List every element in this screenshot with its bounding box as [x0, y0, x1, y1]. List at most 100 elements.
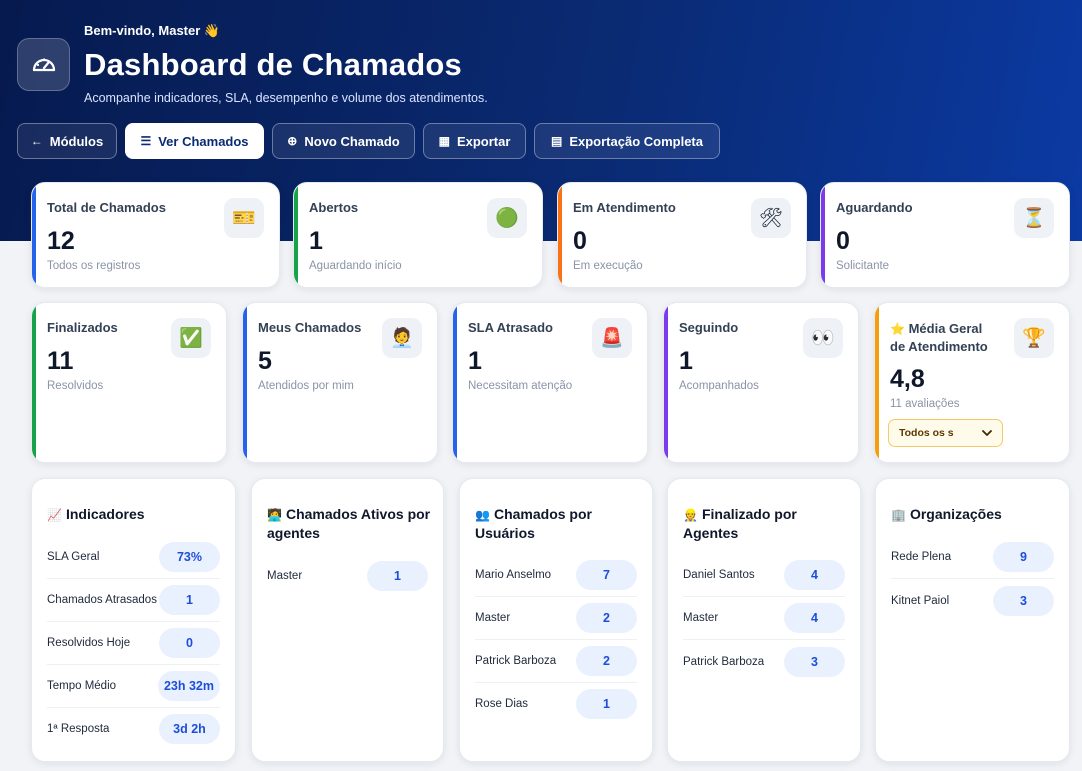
- row-value: 1: [159, 585, 220, 615]
- card-accent: [32, 303, 36, 462]
- row-value: 2: [576, 603, 637, 633]
- card-accent: [243, 303, 247, 462]
- row-value: 7: [576, 560, 637, 590]
- row-name: Kitnet Paiol: [891, 594, 950, 607]
- row-name: Tempo Médio: [47, 680, 117, 692]
- row-value: 1: [367, 560, 428, 591]
- panel-title-text: Chamados por Usuários: [475, 506, 592, 541]
- stat-label: SLA Atrasado: [468, 320, 553, 335]
- ver-chamados-button[interactable]: ☰ Ver Chamados: [125, 123, 264, 159]
- stat-label: Total de Chamados: [47, 200, 166, 215]
- row-name: Resolvidos Hoje: [47, 637, 131, 649]
- stat-value: 11: [47, 347, 74, 375]
- stat-label: Meus Chamados: [258, 320, 362, 335]
- trophy-icon: 🏆: [1014, 318, 1054, 358]
- list-item: Master 4: [683, 597, 845, 640]
- chart-increasing-icon: 📈: [47, 508, 62, 522]
- stat-value: 12: [47, 227, 75, 255]
- panel-chamados-ativos: 🧑‍💻 Chamados Ativos por agentes Master 1: [251, 478, 444, 762]
- panel-finalizado-agentes: 👷 Finalizado por Agentes Daniel Santos 4 M…: [667, 478, 861, 762]
- ticket-icon: 🎫: [224, 198, 264, 238]
- plus-circle-icon: ⊕: [287, 134, 298, 148]
- document-icon: ▤: [551, 134, 563, 148]
- exportacao-completa-button-label: Exportação Completa: [569, 133, 703, 149]
- tools-icon: 🛠: [751, 198, 791, 238]
- stat-value: 1: [679, 347, 693, 375]
- card-accent: [821, 183, 825, 287]
- exportar-button[interactable]: ▦ Exportar: [423, 123, 526, 159]
- list-item: Mario Anselmo 7: [475, 554, 637, 597]
- office-building-icon: 🏢: [891, 508, 906, 522]
- stat-card-em-atendimento[interactable]: Em Atendimento 0 Em execução 🛠: [557, 182, 807, 288]
- page-title: Dashboard de Chamados: [84, 47, 463, 82]
- page-subtitle: Acompanhe indicadores, SLA, desempenho e…: [84, 91, 488, 105]
- list-item: Rede Plena 9: [891, 536, 1054, 579]
- row-value: 23h 32m: [157, 671, 220, 701]
- panel-title: 🧑‍💻 Chamados Ativos por agentes: [267, 505, 431, 542]
- list-item: Daniel Santos 4: [683, 554, 845, 597]
- stat-sub: Aguardando início: [309, 260, 402, 272]
- green-circle-icon: 🟢: [487, 198, 527, 238]
- stat-label: Em Atendimento: [573, 200, 676, 215]
- stat-sub: Solicitante: [836, 260, 890, 272]
- stat-card-seguindo[interactable]: Seguindo 1 Acompanhados 👀: [663, 302, 859, 463]
- row-value: 4: [784, 560, 845, 590]
- stat-value: 1: [309, 227, 323, 255]
- siren-icon: 🚨: [592, 318, 632, 358]
- card-accent: [294, 183, 298, 287]
- rating-label-line1: Média Geral: [908, 321, 983, 336]
- panel-title: 👷 Finalizado por Agentes: [683, 505, 848, 542]
- exportacao-completa-button[interactable]: ▤ Exportação Completa: [534, 123, 720, 159]
- list-item: Master 1: [267, 554, 428, 597]
- row-value: 2: [576, 646, 637, 676]
- stat-card-meus-chamados[interactable]: Meus Chamados 5 Atendidos por mim 🧑‍💼: [242, 302, 438, 463]
- stat-label: Abertos: [309, 200, 359, 215]
- ver-chamados-button-label: Ver Chamados: [158, 133, 249, 149]
- list-icon: ☰: [140, 134, 152, 148]
- row-name: Master: [683, 612, 719, 624]
- arrow-left-icon: ←: [30, 134, 43, 148]
- stat-card-abertos[interactable]: Abertos 1 Aguardando início 🟢: [293, 182, 543, 288]
- row-name: SLA Geral: [47, 551, 100, 563]
- rating-label-line2: de Atendimento: [890, 339, 988, 354]
- card-accent: [875, 303, 879, 462]
- stat-label: Seguindo: [679, 320, 739, 335]
- stat-value: 1: [468, 347, 482, 375]
- stat-sub: Acompanhados: [679, 380, 759, 392]
- card-accent: [453, 303, 457, 462]
- rating-label: ⭐ Média Geral de Atendimento: [890, 320, 988, 355]
- list-item: Kitnet Paiol 3: [891, 579, 1054, 622]
- stat-card-aguardando[interactable]: Aguardando 0 Solicitante ⏳: [820, 182, 1070, 288]
- row-value: 3: [784, 646, 845, 677]
- panel-title-text: Chamados Ativos por agentes: [267, 506, 431, 541]
- hourglass-icon: ⏳: [1014, 198, 1054, 238]
- stat-card-total[interactable]: Total de Chamados 12 Todos os registros …: [31, 182, 280, 288]
- row-name: Daniel Santos: [683, 569, 755, 581]
- stat-sub: Em execução: [573, 260, 643, 272]
- modulos-button[interactable]: ← Módulos: [17, 123, 117, 159]
- list-item: Tempo Médio 23h 32m: [47, 665, 220, 708]
- row-value: 0: [159, 628, 220, 658]
- row-value: 3: [993, 585, 1054, 616]
- stat-value: 5: [258, 347, 272, 375]
- stat-label: Aguardando: [836, 200, 913, 215]
- chevron-down-icon: [982, 429, 992, 436]
- stat-card-finalizados[interactable]: Finalizados 11 Resolvidos ✅: [31, 302, 227, 463]
- row-value: 73%: [159, 542, 220, 572]
- stat-sub: Necessitam atenção: [468, 380, 573, 392]
- list-item: Resolvidos Hoje 0: [47, 622, 220, 665]
- row-name: Master: [475, 612, 511, 624]
- panel-title: 📈 Indicadores: [47, 505, 223, 524]
- row-name: Chamados Atrasados: [47, 594, 157, 606]
- panel-title: 🏢 Organizações: [891, 505, 1057, 524]
- rating-value: 4,8: [890, 365, 925, 393]
- rating-filter-value: Todos os s: [899, 427, 954, 439]
- row-name: Mario Anselmo: [475, 569, 552, 581]
- stat-value: 0: [836, 227, 850, 255]
- stat-card-sla-atrasado[interactable]: SLA Atrasado 1 Necessitam atenção 🚨: [452, 302, 648, 463]
- row-name: Rose Dias: [475, 697, 529, 710]
- stat-card-media-geral: ⭐ Média Geral de Atendimento 4,8 11 aval…: [874, 302, 1070, 463]
- panel-indicadores: 📈 Indicadores SLA Geral 73% Chamados Atras…: [31, 478, 236, 762]
- rating-filter-select[interactable]: Todos os s: [888, 419, 1003, 447]
- novo-chamado-button[interactable]: ⊕ Novo Chamado: [272, 123, 415, 159]
